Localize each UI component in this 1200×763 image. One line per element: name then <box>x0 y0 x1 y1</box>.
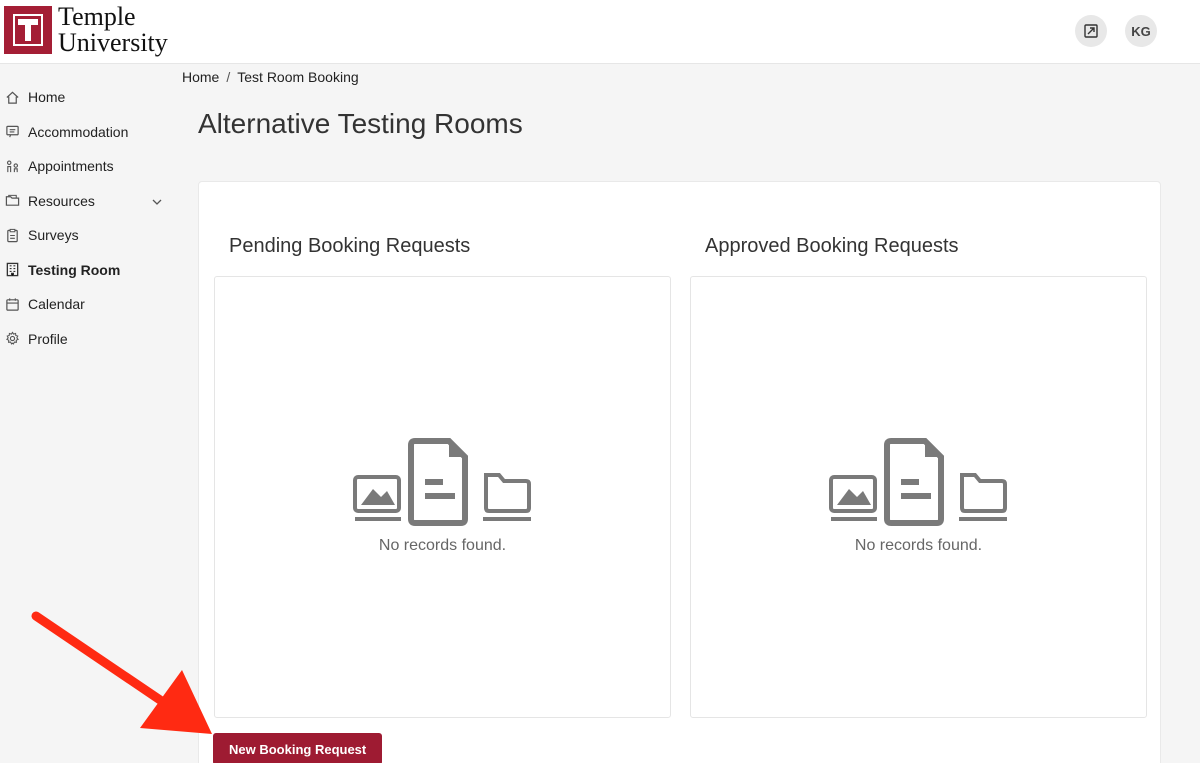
calendar-icon <box>4 296 20 312</box>
avatar-initials: KG <box>1131 23 1151 39</box>
sidebar-item-label: Resources <box>28 192 95 209</box>
approved-section-title: Approved Booking Requests <box>705 235 959 257</box>
sidebar-item-surveys[interactable]: Surveys <box>0 218 175 253</box>
pending-requests-panel: No records found. <box>214 276 671 718</box>
empty-state: No records found. <box>691 437 1146 555</box>
breadcrumb-current: Test Room Booking <box>237 69 359 85</box>
empty-files-icon <box>828 438 1007 526</box>
sidebar-item-label: Surveys <box>28 227 79 244</box>
sidebar-item-appointments[interactable]: Appointments <box>0 149 175 184</box>
sidebar-item-calendar[interactable]: Calendar <box>0 287 175 322</box>
sidebar-item-testing-room[interactable]: Testing Room <box>0 253 175 288</box>
brand-name: Temple University <box>58 4 168 56</box>
chevron-down-icon[interactable] <box>151 195 163 211</box>
sidebar-item-label: Home <box>28 89 66 106</box>
building-icon <box>4 262 20 278</box>
approved-requests-panel: No records found. <box>690 276 1147 718</box>
sidebar-item-profile[interactable]: Profile <box>0 322 175 357</box>
sidebar-item-label: Accommodation <box>28 123 129 140</box>
gear-icon <box>4 331 20 347</box>
people-icon <box>4 158 20 174</box>
breadcrumb-separator: / <box>226 69 231 85</box>
annotation-arrow-icon <box>31 611 212 734</box>
sidebar-item-home[interactable]: Home <box>0 80 175 115</box>
user-avatar[interactable]: KG <box>1125 15 1157 47</box>
sidebar-item-label: Profile <box>28 330 68 347</box>
brand-line1: Temple <box>58 2 136 31</box>
booking-card: Pending Booking Requests Approved Bookin… <box>198 181 1161 763</box>
brand-line2: University <box>58 28 168 57</box>
sidebar-item-resources[interactable]: Resources <box>0 184 175 219</box>
pending-section-title: Pending Booking Requests <box>229 235 471 257</box>
home-icon <box>4 89 20 105</box>
clipboard-icon <box>4 227 20 243</box>
temple-logo[interactable]: Temple University <box>4 4 168 56</box>
empty-message: No records found. <box>378 537 507 554</box>
expand-button[interactable] <box>1075 15 1107 47</box>
top-header: Temple University KG <box>0 0 1200 64</box>
new-booking-request-button[interactable]: New Booking Request <box>213 733 383 763</box>
empty-files-icon <box>352 438 531 526</box>
message-icon <box>4 124 20 140</box>
breadcrumb-home[interactable]: Home <box>182 69 219 85</box>
empty-message: No records found. <box>854 537 983 554</box>
page-title: Alternative Testing Rooms <box>198 108 523 139</box>
breadcrumb: Home / Test Room Booking <box>182 69 359 85</box>
sidebar-nav: Home Accommodation Appointments Resource… <box>0 80 175 356</box>
sidebar-item-label: Testing Room <box>28 261 121 278</box>
expand-icon <box>1084 24 1098 38</box>
temple-t-icon <box>4 6 52 54</box>
sidebar-item-label: Calendar <box>28 296 85 313</box>
empty-state: No records found. <box>215 437 670 555</box>
folder-icon <box>4 193 20 209</box>
sidebar-item-accommodation[interactable]: Accommodation <box>0 115 175 150</box>
sidebar-item-label: Appointments <box>28 158 114 175</box>
